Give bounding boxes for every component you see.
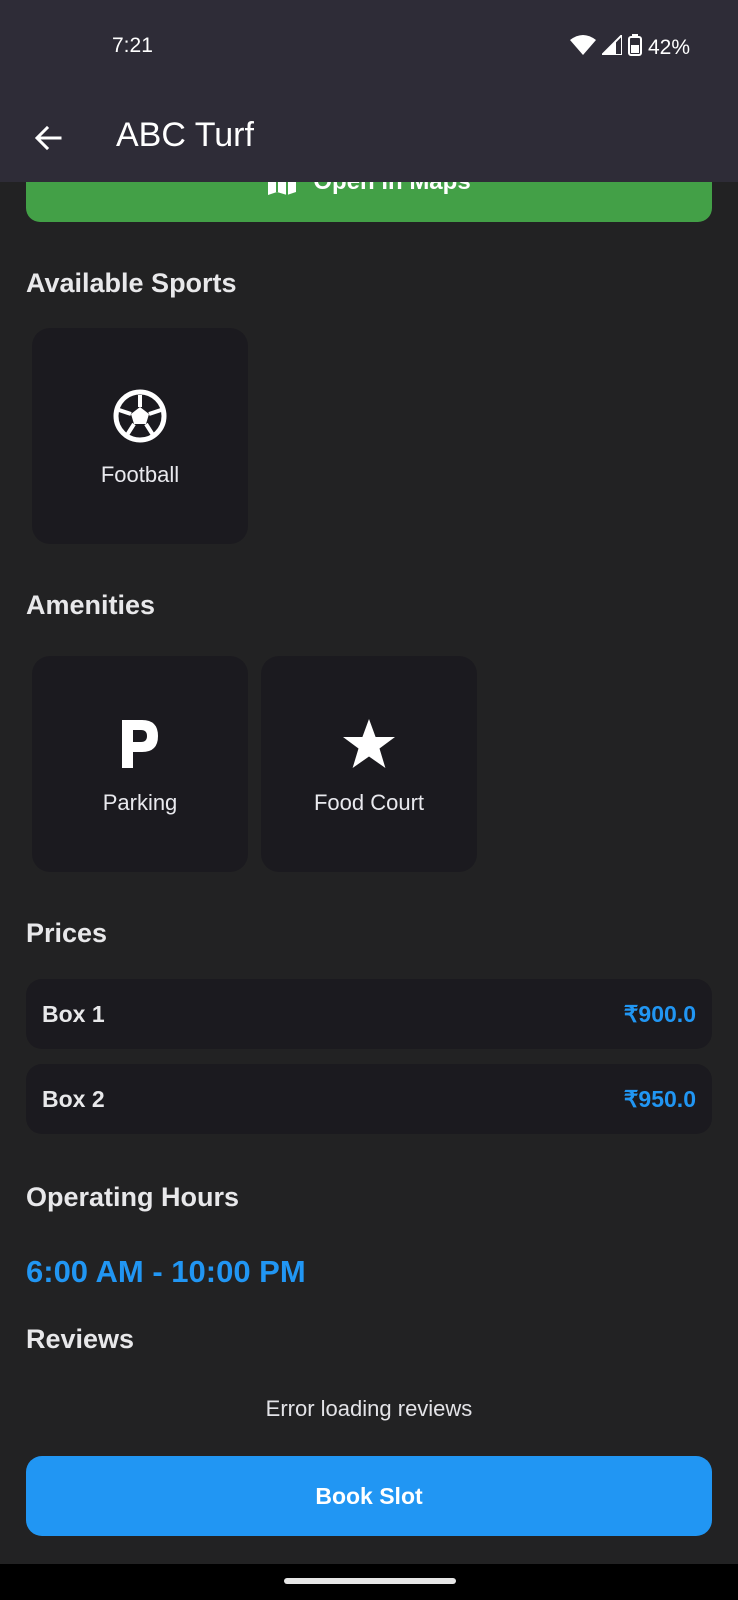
operating-hours-value: 6:00 AM - 10:00 PM xyxy=(26,1254,306,1289)
turf-details[interactable]: Open in Maps Available Sports Football A… xyxy=(0,182,738,1564)
back-arrow-icon xyxy=(34,125,62,151)
home-gesture-handle[interactable] xyxy=(284,1578,456,1584)
page-title: ABC Turf xyxy=(116,116,254,154)
back-button[interactable] xyxy=(28,118,68,158)
book-slot-button[interactable]: Book Slot xyxy=(26,1456,712,1536)
amenity-label: Parking xyxy=(102,790,178,815)
status-time: 7:21 xyxy=(112,34,153,57)
soccer-ball-icon xyxy=(32,386,248,446)
sport-tile-football[interactable]: Football xyxy=(32,328,248,544)
price-box-name: Box 2 xyxy=(42,1086,105,1112)
reviews-error-message: Error loading reviews xyxy=(265,1396,473,1421)
price-box-name: Box 1 xyxy=(42,1001,105,1027)
battery-icon xyxy=(627,34,642,62)
prices-heading: Prices xyxy=(26,918,108,948)
amenity-tile-food-court[interactable]: Food Court xyxy=(261,656,477,872)
battery-percent: 42% xyxy=(647,36,690,59)
status-bar: 7:21 42% xyxy=(0,0,738,96)
cell-signal-icon xyxy=(599,32,623,61)
open-in-maps-label: Open in Maps xyxy=(313,182,470,196)
operating-hours-heading: Operating Hours xyxy=(26,1182,240,1212)
sport-label: Football xyxy=(100,462,180,487)
parking-icon xyxy=(32,714,248,774)
wifi-icon xyxy=(569,34,596,62)
amenity-tile-parking[interactable]: Parking xyxy=(32,656,248,872)
amenities-heading: Amenities xyxy=(26,590,156,620)
map-icon xyxy=(268,182,297,195)
price-row: Box 2 ₹950.0 xyxy=(26,1064,712,1134)
amenity-label: Food Court xyxy=(313,790,425,815)
available-sports-heading: Available Sports xyxy=(26,268,237,298)
navigation-bar xyxy=(0,1564,738,1600)
open-in-maps-button[interactable]: Open in Maps xyxy=(26,182,712,222)
star-icon xyxy=(261,714,477,774)
price-value: ₹950.0 xyxy=(623,1086,696,1112)
status-icons: 42% xyxy=(569,32,690,62)
price-value: ₹900.0 xyxy=(623,1001,696,1027)
price-row: Box 1 ₹900.0 xyxy=(26,979,712,1049)
app-bar: ABC Turf xyxy=(0,96,738,182)
reviews-heading: Reviews xyxy=(26,1324,135,1354)
